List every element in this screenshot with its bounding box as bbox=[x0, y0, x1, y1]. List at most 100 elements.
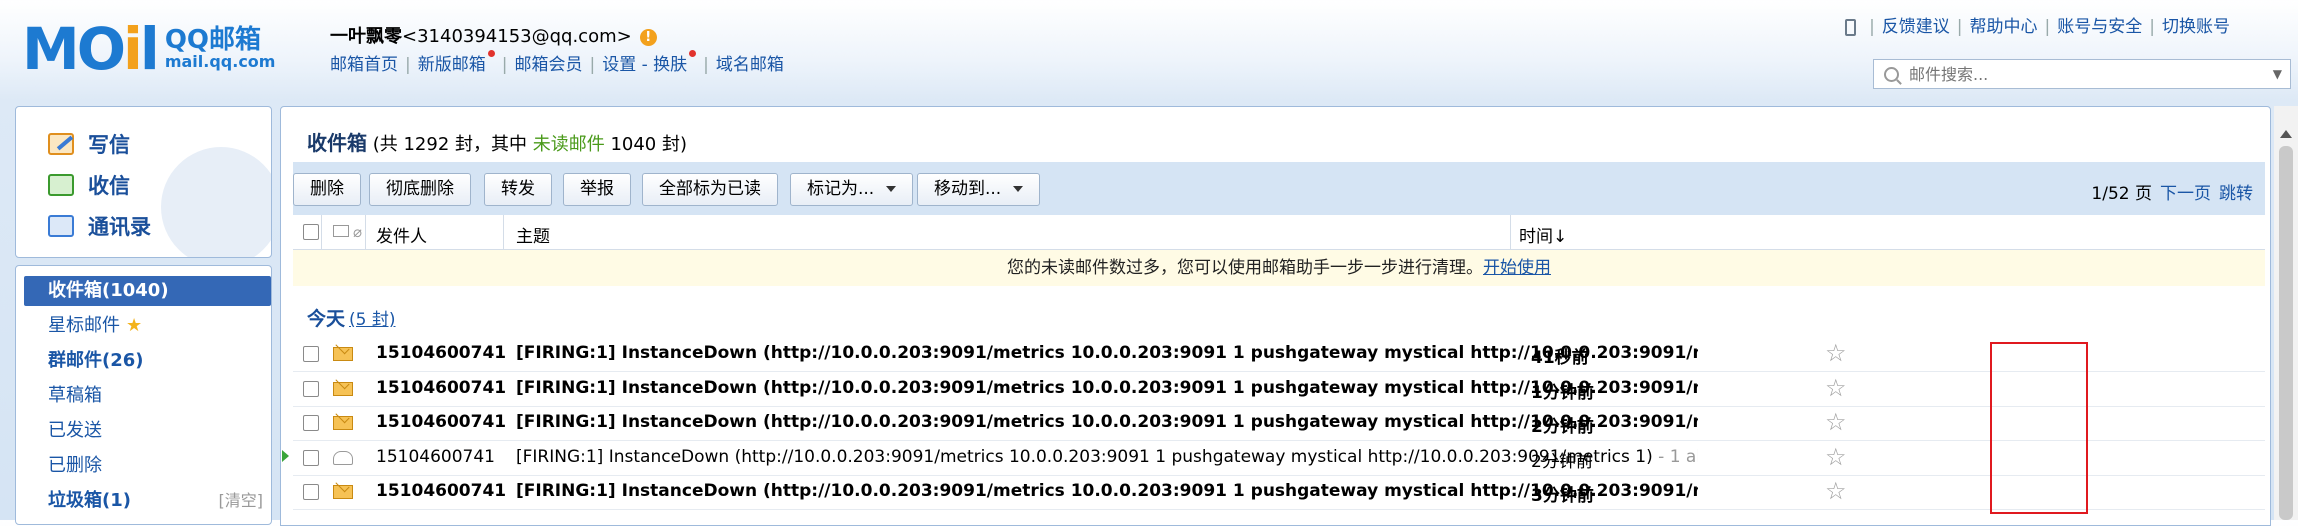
search-input[interactable] bbox=[1907, 63, 2251, 85]
compose-icon bbox=[48, 133, 74, 155]
warning-icon[interactable]: ! bbox=[639, 28, 657, 46]
email-subject[interactable]: [FIRING:1] InstanceDown (http://10.0.0.2… bbox=[516, 412, 1698, 432]
folder-sent[interactable]: 已发送 bbox=[24, 416, 281, 446]
unread-envelope-icon bbox=[333, 485, 353, 499]
email-sender[interactable]: 15104600741 bbox=[376, 447, 495, 467]
read-envelope-icon bbox=[333, 451, 353, 465]
link-help[interactable]: 帮助中心 bbox=[1970, 17, 2038, 37]
delete-permanent-button[interactable]: 彻底删除 bbox=[369, 173, 471, 206]
qq-mail-logo[interactable]: MOil QQ邮箱 mail.qq.com bbox=[22, 20, 275, 78]
subject-preview: - 1 alert for alertn... bbox=[1658, 447, 1698, 467]
next-page-link[interactable]: 下一页 bbox=[2160, 184, 2211, 204]
compose-button[interactable]: 写信 bbox=[48, 129, 130, 159]
chevron-down-icon bbox=[1013, 186, 1024, 192]
folder-label: 垃圾箱(1) bbox=[48, 490, 131, 511]
summary-post: 1040 封) bbox=[604, 134, 687, 155]
empty-spam-link[interactable]: [清空] bbox=[219, 486, 264, 516]
email-checkbox[interactable] bbox=[303, 415, 319, 431]
unread-envelope-icon bbox=[333, 347, 353, 361]
email-sender[interactable]: 15104600741 bbox=[376, 412, 506, 432]
scrollbar-thumb[interactable] bbox=[2279, 146, 2293, 520]
top-links: | 反馈建议 | 帮助中心 | 账号与安全 | 切换账号 bbox=[1845, 12, 2230, 37]
mobile-icon[interactable] bbox=[1845, 18, 1857, 36]
email-subject[interactable]: [FIRING:1] InstanceDown (http://10.0.0.2… bbox=[516, 378, 1698, 398]
toolbar: 删除 彻底删除 转发 举报 全部标为已读 标记为... 移动到... 1/52 … bbox=[293, 162, 2265, 215]
star-icon[interactable]: ☆ bbox=[1825, 408, 1847, 436]
star-icon[interactable]: ☆ bbox=[1825, 477, 1847, 505]
notice-text: 您的未读邮件数过多，您可以使用邮箱助手一步一步进行清理。 bbox=[1007, 258, 1483, 278]
mark-as-dropdown[interactable]: 标记为... bbox=[790, 173, 914, 206]
move-to-dropdown[interactable]: 移动到... bbox=[917, 173, 1041, 206]
email-row[interactable]: 15104600741 [FIRING:1] InstanceDown (http… bbox=[293, 371, 2265, 407]
unread-notice: 您的未读邮件数过多，您可以使用邮箱助手一步一步进行清理。开始使用 bbox=[293, 250, 2265, 286]
folder-inbox[interactable]: 收件箱(1040) bbox=[24, 276, 271, 306]
email-row[interactable]: 15104600741 [FIRING:1] InstanceDown (http… bbox=[282, 440, 2265, 476]
unread-link[interactable]: 未读邮件 bbox=[533, 134, 605, 155]
folder-label: 群邮件(26) bbox=[48, 350, 144, 371]
new-dot-icon bbox=[487, 50, 495, 57]
link-switch-account[interactable]: 切换账号 bbox=[2162, 17, 2230, 37]
email-subject[interactable]: [FIRING:1] InstanceDown (http://10.0.0.2… bbox=[516, 447, 1698, 467]
jump-page-link[interactable]: 跳转 bbox=[2219, 184, 2253, 204]
link-feedback[interactable]: 反馈建议 bbox=[1882, 17, 1950, 37]
mail-search[interactable]: ▼ bbox=[1873, 59, 2291, 89]
receive-icon bbox=[48, 174, 74, 196]
col-subject[interactable]: 主题 bbox=[516, 222, 550, 247]
email-sender[interactable]: 15104600741 bbox=[376, 343, 506, 363]
scrollbar[interactable] bbox=[2274, 106, 2298, 520]
email-row[interactable]: 15104600741 [FIRING:1] InstanceDown (http… bbox=[293, 336, 2265, 372]
nav-new-mail[interactable]: 新版邮箱 bbox=[418, 55, 486, 75]
subject-text: [FIRING:1] InstanceDown (http://10.0.0.2… bbox=[516, 378, 1698, 398]
move-to-label: 移动到... bbox=[934, 179, 1002, 199]
contacts-label: 通讯录 bbox=[88, 215, 151, 239]
notice-start-link[interactable]: 开始使用 bbox=[1483, 258, 1551, 278]
nav-mail-home[interactable]: 邮箱首页 bbox=[330, 55, 398, 75]
email-checkbox[interactable] bbox=[303, 381, 319, 397]
compose-label: 写信 bbox=[88, 133, 130, 157]
column-header: ⌀ 发件人 主题 时间↓ bbox=[293, 215, 2265, 250]
star-icon: ★ bbox=[126, 315, 143, 336]
delete-button[interactable]: 删除 bbox=[293, 173, 361, 206]
nav-member[interactable]: 邮箱会员 bbox=[514, 55, 582, 75]
email-subject[interactable]: [FIRING:1] InstanceDown (http://10.0.0.2… bbox=[516, 481, 1698, 501]
email-checkbox[interactable] bbox=[303, 484, 319, 500]
nav-settings-skin[interactable]: 设置 - 换肤 bbox=[602, 55, 687, 75]
email-row[interactable]: 15104600741 [FIRING:1] InstanceDown (http… bbox=[293, 474, 2265, 510]
nav-domain-mail[interactable]: 域名邮箱 bbox=[716, 55, 784, 75]
folder-deleted[interactable]: 已删除 bbox=[24, 451, 281, 481]
mail-status-icon[interactable] bbox=[333, 225, 349, 237]
folder-label: 已删除 bbox=[48, 455, 102, 476]
attachment-icon[interactable]: ⌀ bbox=[353, 223, 362, 241]
folder-starred[interactable]: 星标邮件 ★ bbox=[24, 311, 281, 341]
logo-cn: QQ邮箱 bbox=[164, 24, 262, 55]
subject-text: [FIRING:1] InstanceDown (http://10.0.0.2… bbox=[516, 343, 1698, 363]
select-all-checkbox[interactable] bbox=[303, 224, 319, 240]
email-checkbox[interactable] bbox=[303, 346, 319, 362]
email-subject[interactable]: [FIRING:1] InstanceDown (http://10.0.0.2… bbox=[516, 343, 1698, 363]
group-count[interactable]: (5 封) bbox=[349, 310, 395, 330]
contacts-icon bbox=[48, 215, 74, 237]
group-label: 今天 bbox=[307, 308, 346, 330]
mark-all-read-button[interactable]: 全部标为已读 bbox=[642, 173, 778, 206]
email-row[interactable]: 15104600741 [FIRING:1] InstanceDown (http… bbox=[293, 405, 2265, 441]
link-account-security[interactable]: 账号与安全 bbox=[2057, 17, 2142, 37]
star-icon[interactable]: ☆ bbox=[1825, 443, 1847, 471]
folder-group[interactable]: 群邮件(26) bbox=[24, 346, 281, 376]
star-icon[interactable]: ☆ bbox=[1825, 339, 1847, 367]
col-time[interactable]: 时间↓ bbox=[1519, 222, 1567, 247]
inbox-receive-button[interactable]: 收信 bbox=[48, 170, 130, 200]
folder-spam[interactable]: 垃圾箱(1) [清空] bbox=[24, 486, 281, 516]
star-icon[interactable]: ☆ bbox=[1825, 374, 1847, 402]
folder-drafts[interactable]: 草稿箱 bbox=[24, 381, 281, 411]
summary-pre: (共 1292 封，其中 bbox=[367, 134, 533, 155]
email-sender[interactable]: 15104600741 bbox=[376, 378, 506, 398]
scroll-up-icon[interactable] bbox=[2280, 130, 2292, 138]
contacts-button[interactable]: 通讯录 bbox=[48, 211, 151, 241]
forward-button[interactable]: 转发 bbox=[484, 173, 552, 206]
search-icon bbox=[1884, 66, 1899, 82]
chevron-down-icon[interactable]: ▼ bbox=[2273, 67, 2282, 81]
col-sender[interactable]: 发件人 bbox=[376, 222, 427, 247]
email-sender[interactable]: 15104600741 bbox=[376, 481, 506, 501]
report-button[interactable]: 举报 bbox=[563, 173, 631, 206]
email-checkbox[interactable] bbox=[303, 450, 319, 466]
